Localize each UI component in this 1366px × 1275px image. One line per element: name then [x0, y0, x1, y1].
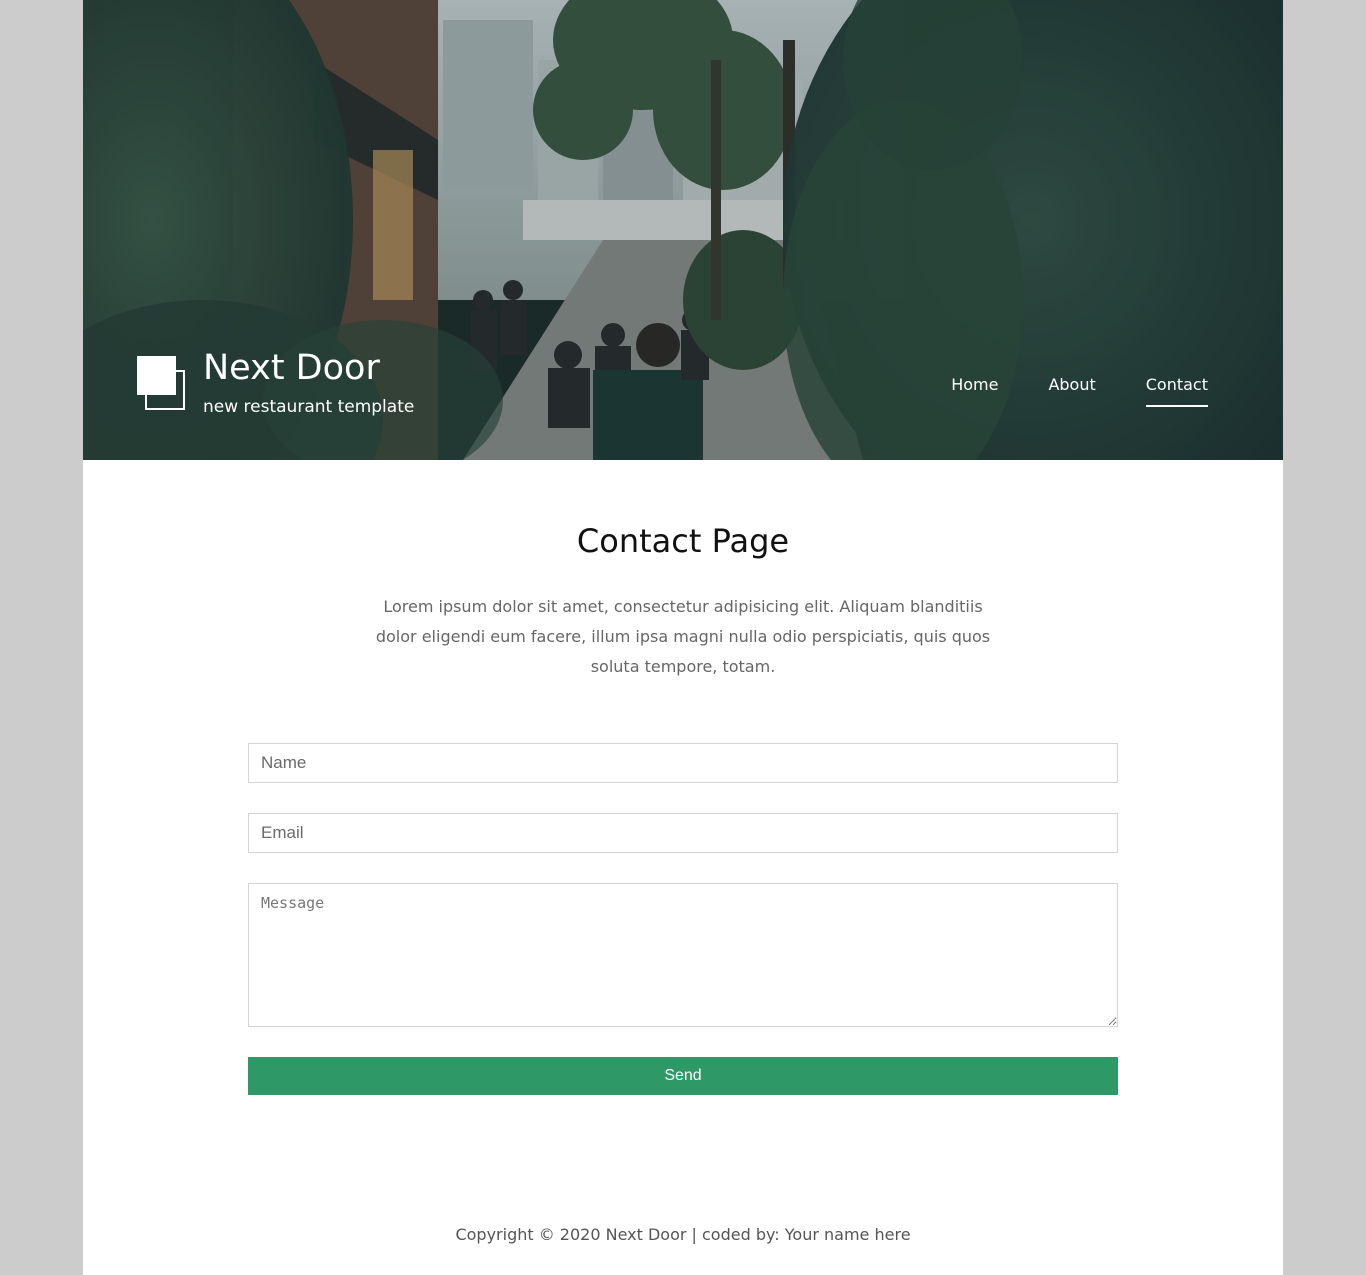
hero-banner: Next Door new restaurant template Home A…	[83, 0, 1283, 460]
brand-tagline: new restaurant template	[203, 397, 415, 417]
page-title: Contact Page	[576, 522, 790, 560]
nav-about[interactable]: About	[1048, 374, 1095, 407]
brand[interactable]: Next Door new restaurant template	[137, 348, 437, 428]
email-input[interactable]	[248, 813, 1118, 853]
page-container: Next Door new restaurant template Home A…	[83, 0, 1283, 1275]
message-textarea[interactable]	[248, 883, 1118, 1027]
nav-contact[interactable]: Contact	[1145, 374, 1208, 407]
name-input[interactable]	[248, 743, 1118, 783]
intro-text: Lorem ipsum dolor sit amet, consectetur …	[375, 597, 991, 676]
brand-title: Next Door	[203, 348, 380, 388]
logo-icon	[137, 356, 189, 414]
send-button[interactable]: Send	[248, 1057, 1118, 1095]
nav-home[interactable]: Home	[951, 374, 998, 407]
main-nav: Home About Contact	[901, 374, 1208, 407]
footer-copyright: Copyright © 2020 Next Door | coded by: Y…	[455, 1225, 911, 1244]
contact-form: Send	[248, 743, 1118, 1095]
